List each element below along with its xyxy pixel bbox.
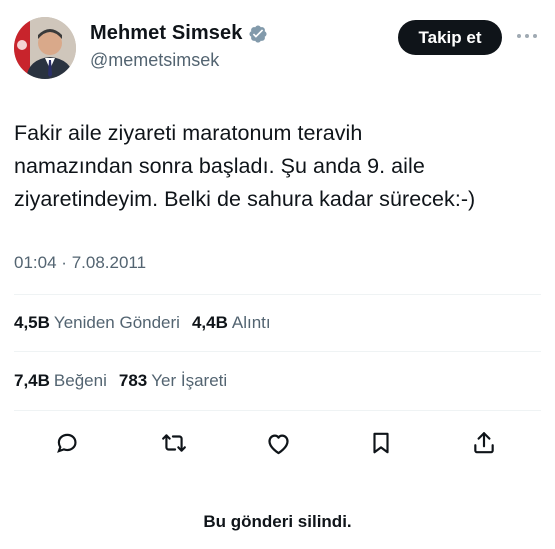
bookmark-label: Yer İşareti xyxy=(151,371,228,390)
quote-count-link[interactable]: 4,4B Alıntı xyxy=(192,313,283,333)
action-bar xyxy=(0,422,555,462)
bookmark-count: 783 xyxy=(118,371,148,390)
heart-icon[interactable] xyxy=(263,428,293,458)
repost-icon[interactable] xyxy=(159,428,189,458)
display-name[interactable]: Mehmet Simsek xyxy=(90,22,242,45)
bookmark-count-link[interactable]: 783 Yer İşareti xyxy=(119,371,239,391)
comment-icon[interactable] xyxy=(52,428,82,458)
quote-label: Alıntı xyxy=(231,313,271,332)
like-label: Beğeni xyxy=(53,371,107,390)
tweet-date: 7.08.2011 xyxy=(71,253,147,272)
follow-button[interactable]: Takip et xyxy=(398,20,502,55)
share-icon[interactable] xyxy=(469,428,499,458)
verified-badge-icon xyxy=(248,24,268,44)
divider xyxy=(14,410,541,411)
tweet-text: Fakir aile ziyareti maratonum teravih na… xyxy=(14,121,476,211)
deleted-notice: Bu gönderi silindi. xyxy=(203,512,352,531)
like-count-link[interactable]: 7,4B Beğeni xyxy=(14,371,119,391)
tweet-time: 01:04 xyxy=(14,253,57,272)
quote-count: 4,4B xyxy=(191,313,228,332)
avatar[interactable] xyxy=(14,17,76,79)
profile-photo-icon xyxy=(14,17,76,79)
stats-row-likes-bookmarks: 7,4B Beğeni 783 Yer İşareti xyxy=(14,371,239,391)
user-handle[interactable]: @memetsimsek xyxy=(90,50,219,71)
repost-label: Yeniden Gönderi xyxy=(53,313,180,332)
divider xyxy=(14,294,541,295)
tweet-header: Mehmet Simsek @memetsimsek Takip et xyxy=(0,0,555,90)
more-horizontal-icon[interactable] xyxy=(512,26,542,46)
stats-row-reposts-quotes: 4,5B Yeniden Gönderi 4,4B Alıntı xyxy=(14,313,283,333)
bookmark-icon[interactable] xyxy=(366,428,396,458)
repost-count: 4,5B xyxy=(14,313,50,332)
repost-count-link[interactable]: 4,5B Yeniden Gönderi xyxy=(14,313,192,333)
divider xyxy=(14,351,541,352)
timestamp-separator: · xyxy=(61,253,67,272)
display-name-row: Mehmet Simsek xyxy=(90,22,268,45)
like-count: 7,4B xyxy=(14,371,50,390)
tweet-timestamp[interactable]: 01:04 · 7.08.2011 xyxy=(14,253,146,273)
